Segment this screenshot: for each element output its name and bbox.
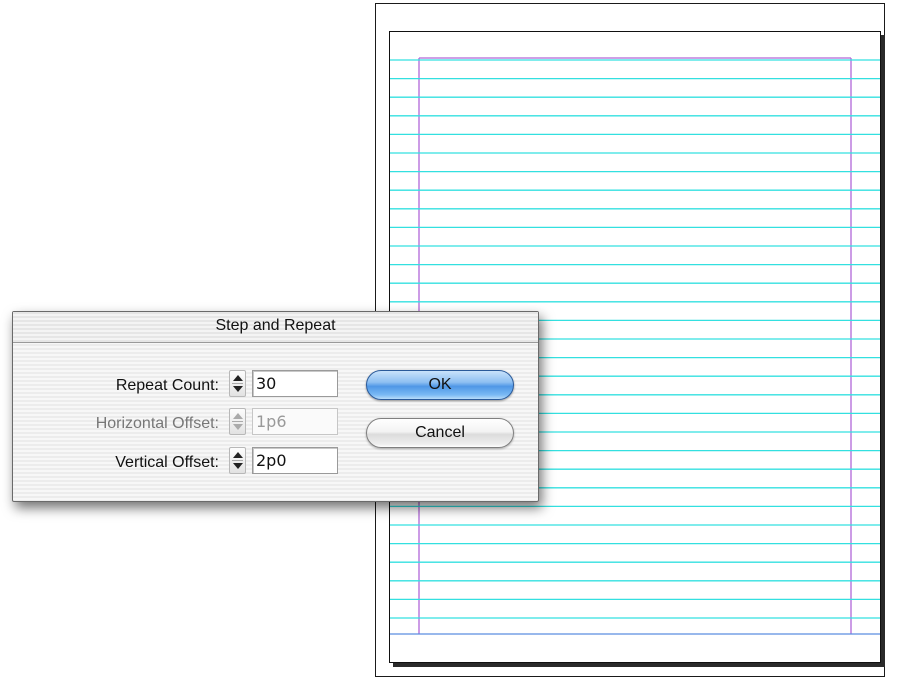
- vertical-offset-label: Vertical Offset:: [115, 454, 219, 471]
- vertical-offset-stepper[interactable]: [229, 447, 246, 474]
- horizontal-offset-input: 1p6: [252, 408, 338, 435]
- stepper-down-icon: [233, 424, 243, 430]
- dialog-title: Step and Repeat: [215, 317, 336, 334]
- cancel-button[interactable]: Cancel: [366, 418, 514, 448]
- stepper-down-icon[interactable]: [233, 463, 243, 469]
- ok-button[interactable]: OK: [366, 370, 514, 400]
- stepper-up-icon[interactable]: [233, 452, 243, 458]
- repeat-count-input[interactable]: 30: [252, 370, 338, 397]
- step-and-repeat-dialog: Step and Repeat Repeat Count: 30 Horizon…: [12, 311, 539, 502]
- horizontal-offset-label: Horizontal Offset:: [95, 415, 219, 432]
- vertical-offset-input[interactable]: 2p0: [252, 447, 338, 474]
- stepper-up-icon: [233, 413, 243, 419]
- repeat-count-label: Repeat Count:: [115, 377, 219, 394]
- horizontal-offset-stepper: [229, 408, 246, 435]
- repeat-count-stepper[interactable]: [229, 370, 246, 397]
- stepper-down-icon[interactable]: [233, 386, 243, 392]
- stepper-up-icon[interactable]: [233, 375, 243, 381]
- dialog-titlebar[interactable]: Step and Repeat: [13, 312, 538, 343]
